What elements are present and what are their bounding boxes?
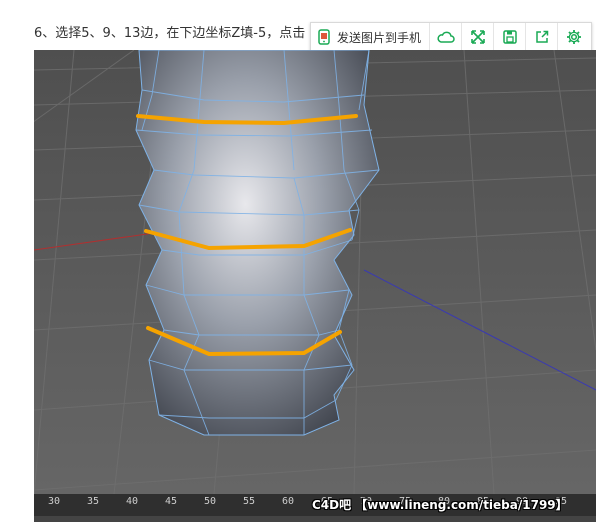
- cloud-save-button[interactable]: [430, 23, 463, 51]
- watermark-text: C4D吧 【www.lineng.com/tieba/1799】: [312, 498, 568, 512]
- save-button[interactable]: [494, 23, 527, 51]
- fullscreen-icon: [470, 30, 485, 44]
- fullscreen-button[interactable]: [462, 23, 495, 51]
- settings-button[interactable]: [558, 23, 589, 51]
- phone-send-icon: [318, 29, 330, 45]
- save-icon: [502, 30, 517, 44]
- image-toolbar: 发送图片到手机: [310, 22, 592, 52]
- ruler-label: 40: [126, 496, 139, 507]
- ruler-label: 60: [282, 496, 295, 507]
- settings-icon: [566, 30, 581, 44]
- ruler-label: 35: [87, 496, 100, 507]
- share-icon: [535, 30, 548, 43]
- send-to-phone-label: 发送图片到手机: [337, 30, 422, 45]
- share-button[interactable]: [526, 23, 559, 51]
- ruler-label: 55: [243, 496, 256, 507]
- ruler-label: 50: [204, 496, 217, 507]
- ruler-label: 45: [165, 496, 178, 507]
- c4d-viewport[interactable]: 30 35 40 45 50 55 60 65 70 75 80 85 90 9…: [34, 50, 596, 522]
- send-to-phone-button[interactable]: 发送图片到手机: [311, 23, 431, 51]
- viewport-scene: [34, 50, 596, 494]
- wavy-column-object: [135, 50, 380, 436]
- cloud-icon: [436, 31, 455, 43]
- ruler-track: [34, 516, 596, 522]
- article-caption: 6、选择5、9、13边，在下边坐标Z填-5，点击: [34, 26, 306, 41]
- ruler-label: 30: [48, 496, 61, 507]
